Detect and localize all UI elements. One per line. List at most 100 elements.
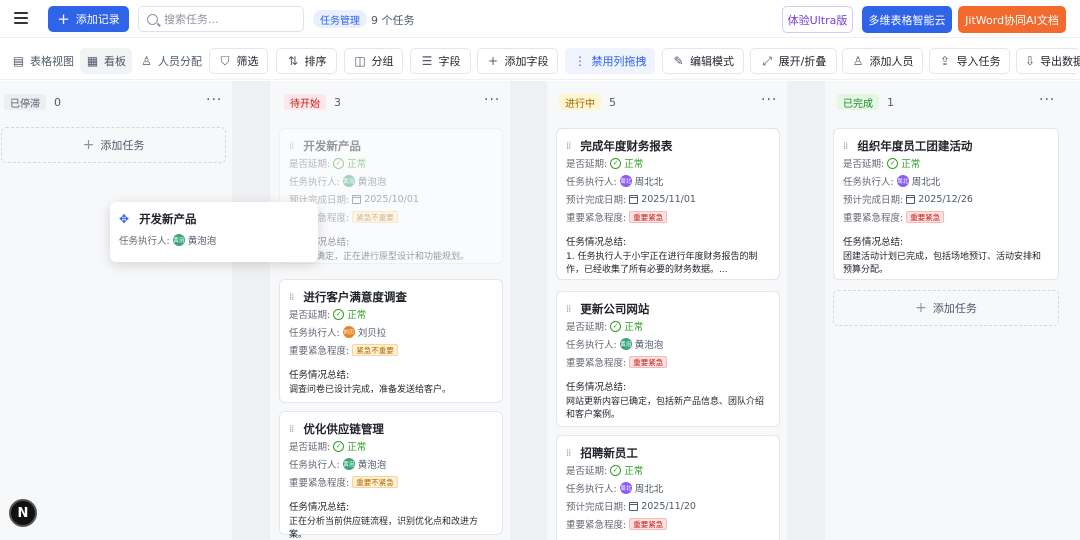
add-field-button[interactable]: + 添加字段	[477, 48, 558, 74]
field-label: 预计完成日期:	[566, 195, 627, 206]
filter-label: 筛选	[236, 55, 259, 68]
menu-icon[interactable]	[14, 12, 28, 24]
field-label: 是否延期:	[843, 159, 885, 170]
task-card[interactable]: ⁞⁞ 优化供应链管理 是否延期: ✓ 正常 任务执行人: 黄泡 黄泡泡 重要紧急程度: 重要…	[279, 411, 503, 540]
column-in-progress: 进行中 5 ··· ⁞⁞ 完成年度财务报表 是否延期: ✓ 正常 任务执行人: 周北 周北…	[547, 81, 787, 540]
devtools-button[interactable]: N	[9, 499, 37, 527]
tab-kanban-label: 看板	[104, 55, 126, 68]
field-delayed: 是否延期: ✓ 正常	[843, 154, 1049, 172]
field-due: 预计完成日期: 2025/11/20	[566, 497, 770, 515]
field-label: 任务执行人:	[843, 177, 894, 188]
field-label: 任务执行人:	[289, 460, 340, 471]
field-urgency: 重要紧急程度: 重要紧急	[566, 353, 770, 371]
group-button[interactable]: ◫ 分组	[344, 48, 403, 74]
import-task-label: 导入任务	[956, 55, 1001, 68]
task-card[interactable]: ⁞⁞ 进行客户满意度调查 是否延期: ✓ 正常 任务执行人: 刘贝 刘贝拉 重要紧急程度:…	[279, 279, 503, 403]
jitword-button[interactable]: JitWord协同AI文档	[958, 6, 1066, 33]
column-count: 5	[609, 95, 616, 109]
more-icon[interactable]: ···	[1039, 93, 1055, 107]
card-title: ✥ 开发新产品	[119, 211, 309, 227]
field-assignee: 任务执行人: 黄泡 黄泡泡	[566, 335, 770, 353]
dragging-card[interactable]: ✥ 开发新产品 任务执行人: 黄泡 黄泡泡	[110, 202, 318, 262]
check-circle-icon: ✓	[333, 308, 345, 320]
add-person-button[interactable]: ♙ 添加人员	[842, 48, 923, 74]
calendar-icon	[906, 194, 916, 204]
disable-drag-label: 禁用列拖拽	[591, 55, 647, 68]
tab-people[interactable]: ♙ 人员分配	[136, 48, 206, 74]
tab-table-view[interactable]: ▤ 表格视图	[8, 48, 78, 74]
card-title: ⁞⁞ 更新公司网站	[566, 301, 770, 317]
search-icon	[147, 13, 158, 25]
edit-mode-button[interactable]: ✎ 编辑模式	[662, 48, 744, 74]
disable-drag-button[interactable]: ⋮ 禁用列拖拽	[565, 48, 655, 74]
kanban-board: 已停滞 0 ··· + 添加任务 待开始 3 ··· ⁞⁞ 开发新产品 是否延期:…	[0, 81, 1080, 540]
field-urgency: 重要紧急程度: 紧急不重要	[289, 208, 493, 226]
expand-collapse-label: 展开/折叠	[778, 55, 827, 68]
field-urgency: 重要紧急程度: 重要不紧急	[289, 473, 493, 491]
field-value: 2025/11/01	[641, 193, 696, 205]
drag-handle-icon[interactable]: ⁞⁞	[566, 141, 571, 152]
expand-collapse-button[interactable]: ⤢ 展开/折叠	[750, 48, 837, 74]
field-label: 任务执行人:	[289, 328, 340, 339]
export-data-button[interactable]: ⇩ 导出数据	[1016, 48, 1080, 74]
project-badge[interactable]: 任务管理	[313, 10, 367, 28]
summary-text: 正在分析当前供应链流程，识别优化点和改进方案。	[289, 517, 479, 540]
avatar: 刘贝	[342, 326, 355, 338]
import-task-button[interactable]: ⇪ 导入任务	[929, 48, 1010, 74]
add-task-button[interactable]: + 添加任务	[1, 127, 226, 163]
search-input[interactable]	[164, 12, 294, 26]
drag-handle-icon[interactable]: ⁞⁞	[566, 448, 571, 459]
task-card[interactable]: ⁞⁞ 招聘新员工 是否延期: ✓ 正常 任务执行人: 周北 周北北 预计完成日期: 2025…	[556, 435, 780, 540]
task-card[interactable]: ⁞⁞ 组织年度员工团建活动 是否延期: ✓ 正常 任务执行人: 周北 周北北 预计完成日期…	[833, 128, 1059, 280]
drag-handle-icon[interactable]: ⁞⁞	[566, 304, 571, 315]
field-assignee: 任务执行人: 周北 周北北	[843, 172, 1049, 190]
avatar: 黄泡	[619, 338, 632, 350]
urgency-tag: 重要不紧急	[352, 476, 398, 488]
task-card[interactable]: ⁞⁞ 完成年度财务报表 是否延期: ✓ 正常 任务执行人: 周北 周北北 预计完成日期: 2…	[556, 128, 780, 280]
field-value: 2025/11/20	[641, 500, 696, 512]
add-record-button[interactable]: + 添加记录	[48, 6, 129, 32]
drag-handle-icon[interactable]: ⁞⁞	[843, 141, 848, 152]
sort-button[interactable]: ⇅ 排序	[276, 48, 337, 74]
card-title-text: 进行客户满意度调查	[303, 290, 407, 304]
urgency-tag: 重要紧急	[629, 356, 668, 368]
field-label: 重要紧急程度:	[843, 213, 904, 224]
field-value: 黄泡泡	[357, 460, 387, 471]
card-title: ⁞⁞ 进行客户满意度调查	[289, 289, 493, 305]
fields-label: 字段	[438, 55, 461, 68]
cloud-button[interactable]: 多维表格智能云	[862, 6, 952, 33]
filter-button[interactable]: ⛉ 筛选	[209, 48, 268, 74]
field-urgency: 重要紧急程度: 重要紧急	[843, 208, 1049, 226]
add-task-button[interactable]: + 添加任务	[833, 290, 1059, 326]
more-icon[interactable]: ···	[761, 93, 777, 107]
field-label: 是否延期:	[289, 310, 331, 321]
card-title-text: 优化供应链管理	[303, 422, 384, 436]
task-count: 9 个任务	[371, 14, 415, 27]
column-divider	[510, 81, 547, 540]
ultra-button[interactable]: 体验Ultra版	[782, 6, 853, 33]
drag-handle-icon[interactable]: ⁞⁞	[289, 424, 294, 435]
fields-button[interactable]: ☰ 字段	[410, 48, 471, 74]
column-stalled: 已停滞 0 ··· + 添加任务	[0, 81, 232, 540]
status-pill: 已完成	[837, 94, 879, 110]
search-box[interactable]	[138, 6, 304, 32]
field-value: 周北北	[634, 484, 664, 495]
tab-table-view-label: 表格视图	[30, 55, 74, 68]
move-icon: ✥	[119, 212, 130, 226]
field-label: 任务执行人:	[566, 484, 617, 495]
drag-handle-icon[interactable]: ⁞⁞	[289, 141, 294, 152]
field-label: 是否延期:	[289, 442, 331, 453]
more-icon[interactable]: ···	[206, 93, 222, 107]
edit-mode-label: 编辑模式	[690, 55, 734, 68]
more-icon[interactable]: ···	[484, 93, 500, 107]
field-value: 2025/12/26	[918, 193, 973, 205]
check-circle-icon: ✓	[610, 464, 622, 476]
sort-icon: ⇅	[287, 54, 299, 68]
field-label: 重要紧急程度:	[566, 358, 627, 369]
drag-handle-icon[interactable]: ⁞⁞	[289, 292, 294, 303]
tab-kanban[interactable]: ▦ 看板	[80, 48, 132, 74]
add-record-label: 添加记录	[75, 13, 120, 26]
task-card[interactable]: ⁞⁞ 更新公司网站 是否延期: ✓ 正常 任务执行人: 黄泡 黄泡泡 重要紧急程度: 重要紧…	[556, 291, 780, 427]
column-header: 进行中 5	[559, 91, 616, 113]
urgency-tag: 重要紧急	[629, 518, 668, 530]
